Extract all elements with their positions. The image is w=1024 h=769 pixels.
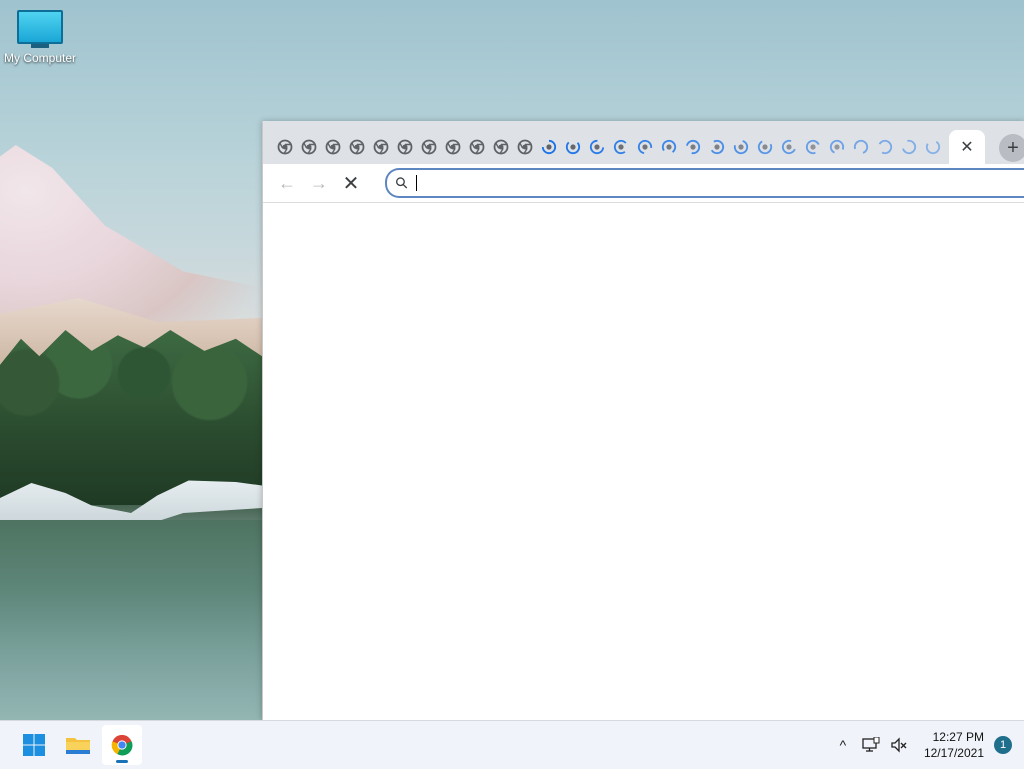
chrome-favicon-icon (277, 139, 293, 155)
loading-spinner-icon (637, 139, 653, 155)
loading-spinner-icon (733, 140, 749, 155)
tab-loaded[interactable] (297, 130, 321, 164)
tab-loading[interactable] (777, 130, 801, 164)
chrome-favicon-icon (421, 139, 437, 155)
tab-loading[interactable] (561, 130, 585, 164)
loading-spinner-icon (589, 139, 605, 155)
tab-loading[interactable] (657, 130, 681, 164)
tab-loaded[interactable] (273, 130, 297, 164)
tab-loaded[interactable] (369, 130, 393, 164)
computer-icon (17, 10, 63, 44)
loading-spinner-icon (805, 139, 820, 155)
loading-spinner-icon (853, 139, 869, 154)
chrome-favicon-icon (445, 139, 461, 155)
my-computer-label: My Computer (3, 51, 77, 65)
taskbar: ^ 12:27 PM 12/17/2021 1 (0, 720, 1024, 769)
speaker-muted-icon (891, 737, 907, 753)
system-tray: ^ 12:27 PM 12/17/2021 1 (830, 721, 1024, 769)
tab-loaded[interactable] (345, 130, 369, 164)
loading-spinner-icon (686, 139, 701, 155)
browser-window[interactable]: ✕ + ← → ✕ (262, 121, 1024, 720)
back-button[interactable]: ← (275, 171, 299, 195)
my-computer-shortcut[interactable]: My Computer (2, 10, 78, 65)
chrome-favicon-icon (469, 139, 485, 155)
loading-spinner-icon (829, 139, 845, 154)
tab-loaded[interactable] (417, 130, 441, 164)
tab-loading[interactable] (537, 130, 561, 164)
loading-spinner-icon (541, 139, 557, 155)
loading-spinner-icon (902, 139, 917, 155)
address-input[interactable] (417, 174, 1024, 192)
page-content (263, 203, 1024, 720)
wallpaper-water (0, 520, 262, 720)
loading-spinner-icon (757, 140, 773, 155)
search-icon (396, 177, 408, 189)
monitor-stand (31, 44, 49, 48)
tab-loading[interactable] (609, 130, 633, 164)
tab-loaded[interactable] (393, 130, 417, 164)
address-bar[interactable] (385, 168, 1024, 198)
tab-loading[interactable] (729, 130, 753, 164)
tab-loading[interactable] (873, 130, 897, 164)
loading-spinner-icon (710, 139, 725, 155)
chrome-favicon-icon (373, 139, 389, 155)
loading-spinner-icon (613, 139, 627, 155)
tab-strip: ✕ + (263, 121, 1024, 164)
chrome-icon (111, 734, 133, 756)
clock-date: 12/17/2021 (923, 746, 984, 760)
browser-toolbar: ← → ✕ (263, 164, 1024, 203)
network-icon[interactable] (858, 732, 884, 758)
tab-loading[interactable] (801, 130, 825, 164)
clock[interactable]: 12:27 PM 12/17/2021 (924, 729, 984, 761)
windows-logo-icon (23, 734, 45, 756)
loading-spinner-icon (925, 140, 941, 155)
monitor-network-icon (862, 737, 880, 752)
tab-loading[interactable] (705, 130, 729, 164)
loading-spinner-icon (781, 139, 796, 155)
chrome-favicon-icon (325, 139, 341, 155)
tab-loading[interactable] (681, 130, 705, 164)
loading-spinner-icon (565, 141, 581, 155)
tab-loading[interactable] (633, 130, 657, 164)
notification-badge[interactable]: 1 (994, 736, 1012, 754)
stop-loading-button[interactable]: ✕ (339, 171, 363, 195)
show-hidden-icons-chevron-icon[interactable]: ^ (830, 732, 856, 758)
chrome-favicon-icon (517, 139, 533, 155)
chrome-favicon-icon (493, 139, 509, 155)
chrome-taskbar-button[interactable] (102, 725, 142, 765)
tab-loading[interactable] (753, 130, 777, 164)
clock-time: 12:27 PM (932, 730, 984, 744)
chrome-favicon-icon (349, 139, 365, 155)
tab-loaded[interactable] (441, 130, 465, 164)
chrome-favicon-icon (397, 139, 413, 155)
volume-muted-icon[interactable] (886, 732, 912, 758)
tab-loaded[interactable] (513, 130, 537, 164)
new-tab-button[interactable]: + (999, 134, 1024, 162)
loading-spinner-icon (878, 139, 893, 155)
close-tab-icon[interactable]: ✕ (960, 137, 973, 157)
forward-button[interactable]: → (307, 171, 331, 195)
start-button[interactable] (14, 725, 54, 765)
tab-loaded[interactable] (465, 130, 489, 164)
file-explorer-button[interactable] (58, 725, 98, 765)
tab-loaded[interactable] (321, 130, 345, 164)
folder-icon (66, 738, 90, 754)
tab-list (263, 130, 945, 164)
loading-spinner-icon (661, 139, 677, 153)
active-tab[interactable]: ✕ (949, 130, 985, 164)
tab-loading[interactable] (825, 130, 849, 164)
tab-loaded[interactable] (489, 130, 513, 164)
wallpaper-trees (0, 330, 262, 505)
tab-loading[interactable] (897, 130, 921, 164)
chrome-favicon-icon (301, 139, 317, 155)
tab-loading[interactable] (849, 130, 873, 164)
tab-loading[interactable] (585, 130, 609, 164)
tab-loading[interactable] (921, 130, 945, 164)
